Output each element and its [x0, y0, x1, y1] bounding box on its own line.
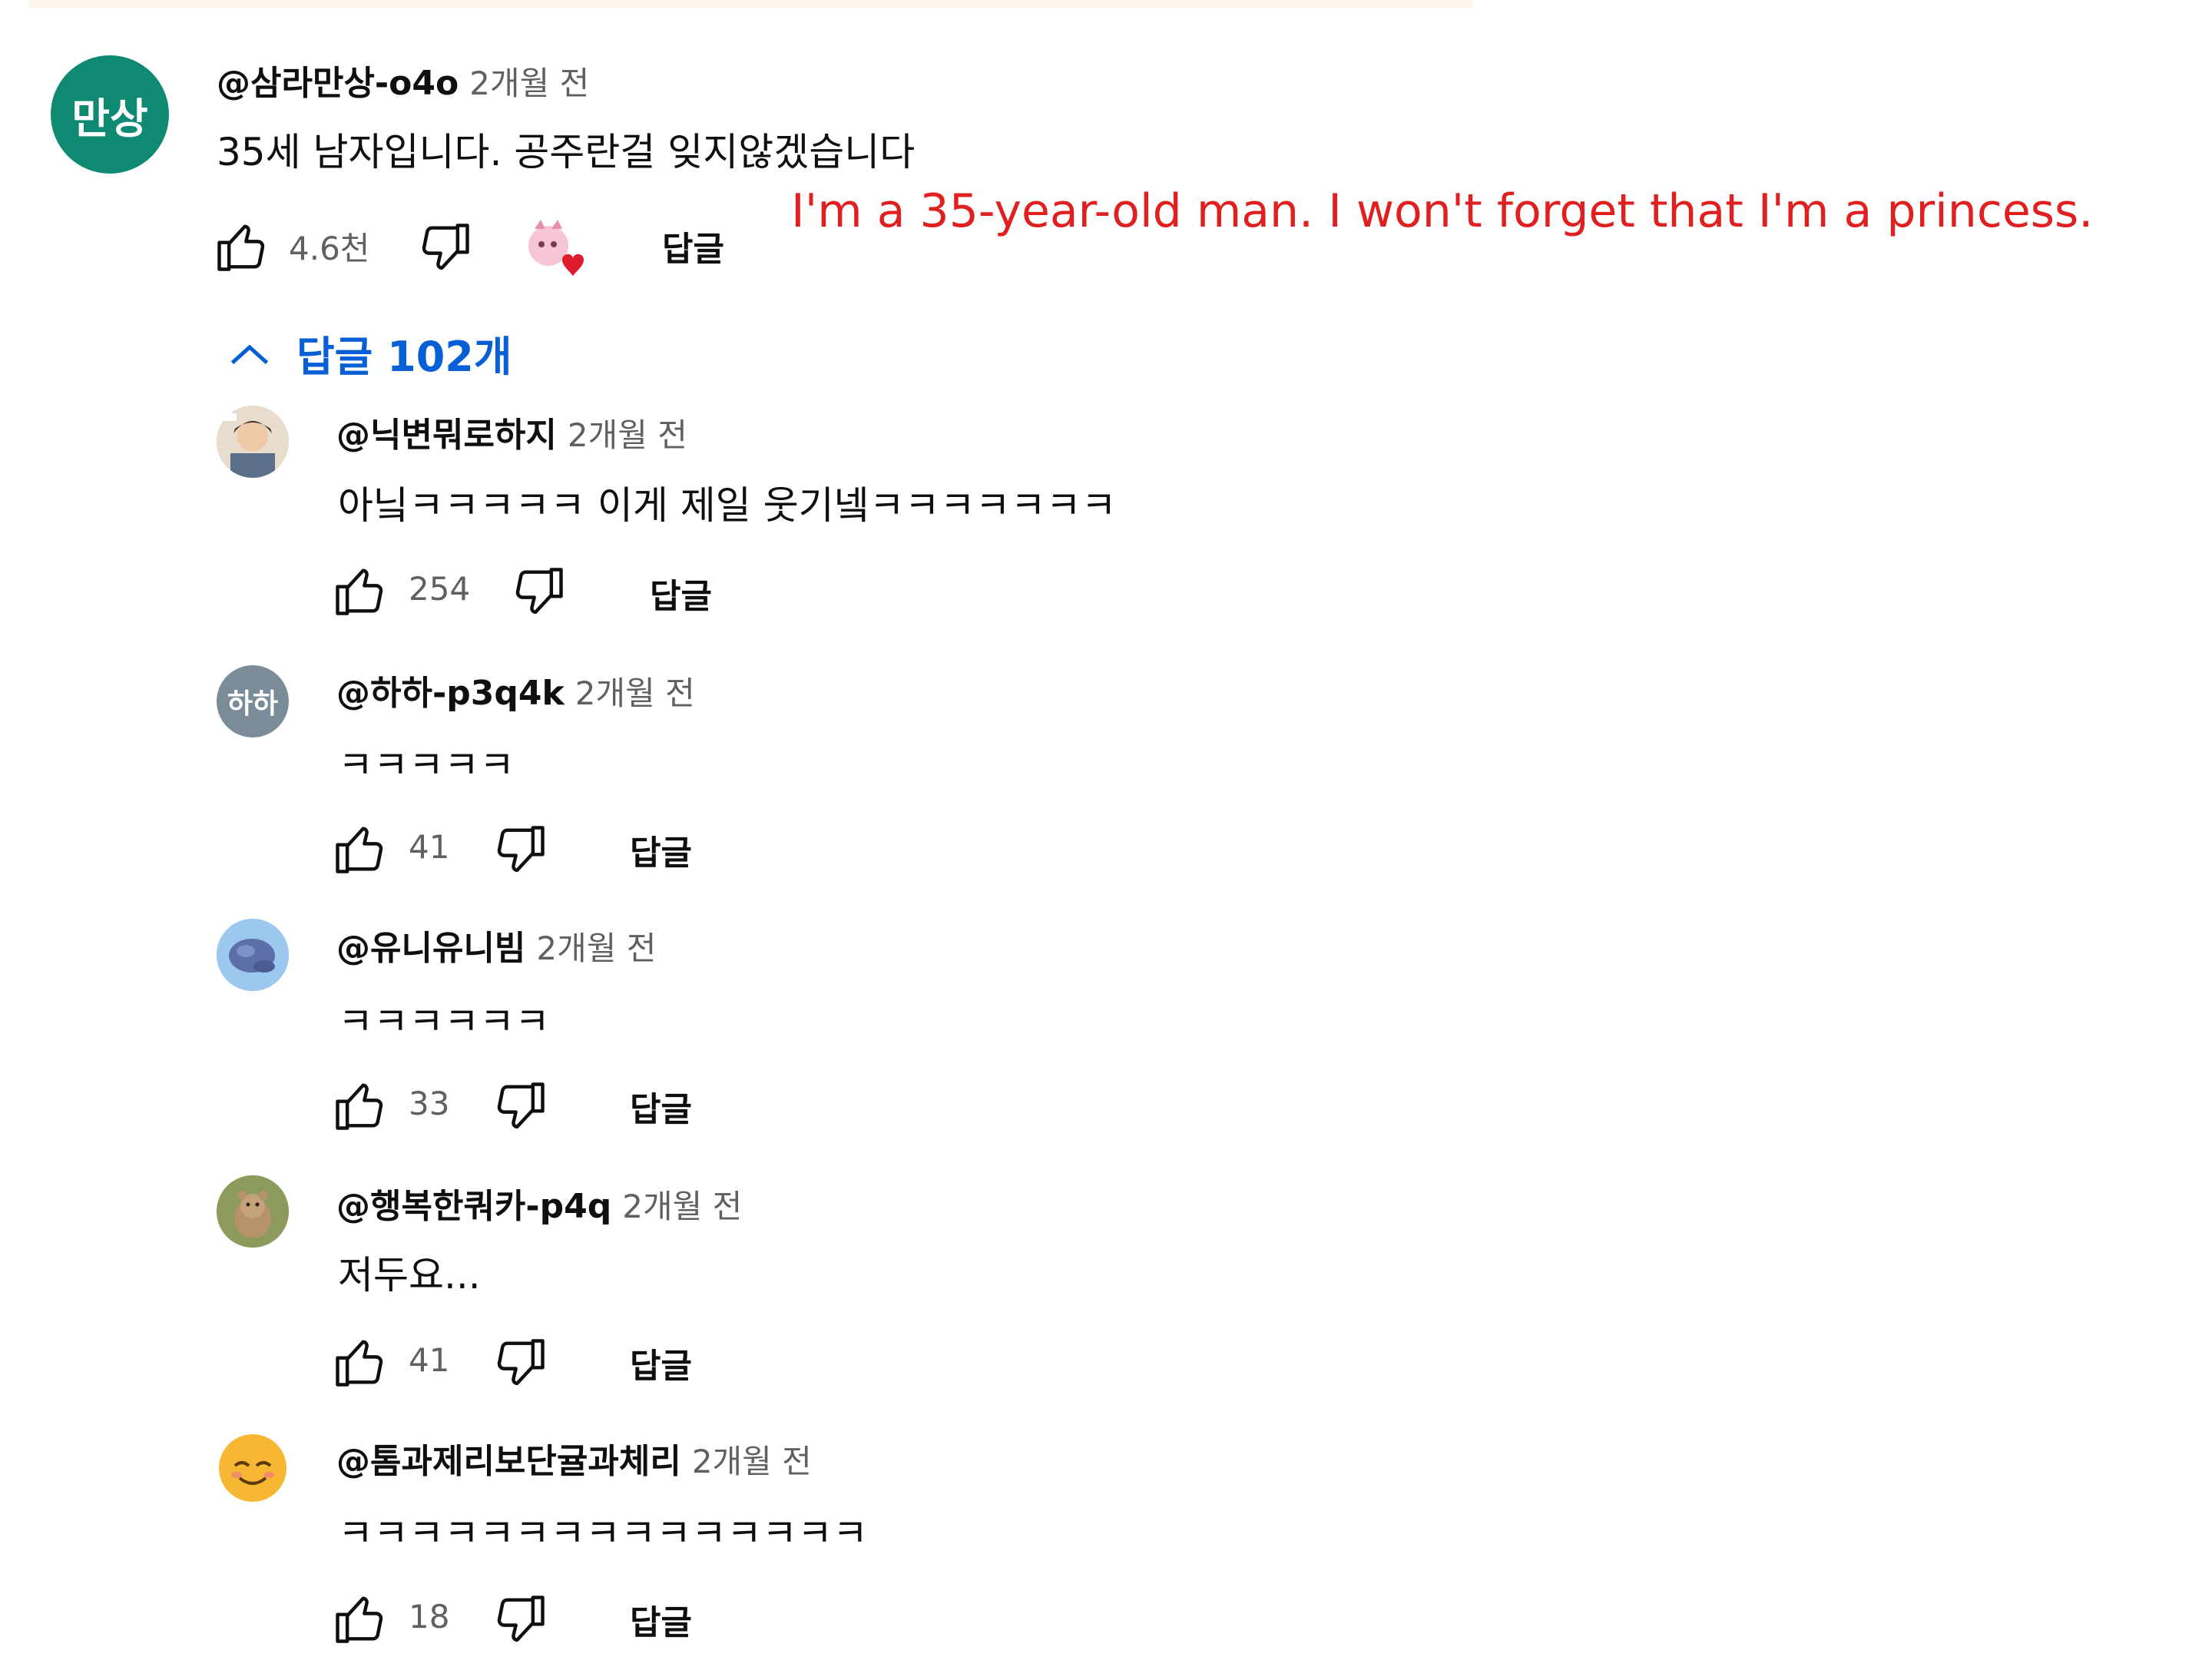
- dislike-button[interactable]: [492, 820, 550, 879]
- thumbs-up-icon: [330, 820, 389, 879]
- comment-author-line: @삼라만상-o4o 2개월 전: [217, 55, 589, 104]
- dislike-button[interactable]: [492, 1590, 550, 1649]
- dislike-button[interactable]: [492, 1077, 550, 1135]
- reply-time[interactable]: 2개월 전: [622, 1188, 742, 1225]
- thumbs-down-icon: [510, 562, 568, 621]
- dislike-button[interactable]: [416, 218, 475, 277]
- reply-author[interactable]: @행복한쿼카-p4q: [336, 1187, 611, 1226]
- dislike-button[interactable]: [510, 562, 568, 621]
- like-count: 41: [409, 1341, 450, 1379]
- reply-button[interactable]: 답글: [650, 568, 712, 618]
- avatar[interactable]: [217, 406, 289, 478]
- reply-button[interactable]: 답글: [662, 221, 724, 270]
- top-divider-strip: [29, 0, 1473, 8]
- translation-annotation: I'm a 35-year-old man. I won't forget th…: [791, 184, 2094, 238]
- avatar[interactable]: [217, 1175, 289, 1248]
- dislike-button[interactable]: [492, 1334, 550, 1392]
- thumbs-up-icon: [330, 1590, 389, 1649]
- reply-button[interactable]: 답글: [630, 825, 692, 874]
- thumbs-up-icon: [330, 562, 389, 621]
- thumbs-down-icon: [492, 1590, 550, 1649]
- reply-author-line: @하하-p3q4k 2개월 전: [336, 665, 695, 714]
- replies-toggle-button[interactable]: 답글 102개: [229, 323, 512, 383]
- reply-time[interactable]: 2개월 전: [568, 416, 687, 454]
- reply-author-line: @유니유니빔 2개월 전: [336, 920, 656, 969]
- like-count: 33: [409, 1085, 450, 1122]
- reply-author[interactable]: @하하-p3q4k: [336, 674, 565, 713]
- reply-text: ㅋㅋㅋㅋㅋㅋㅋㅋㅋㅋㅋㅋㅋㅋㅋ: [338, 1511, 868, 1556]
- reply-author[interactable]: @유니유니빔: [336, 929, 525, 968]
- avatar-initials: 만상: [71, 94, 148, 143]
- reply-button[interactable]: 답글: [630, 1595, 692, 1644]
- thumbs-up-icon: [212, 218, 270, 277]
- like-button[interactable]: [330, 562, 389, 621]
- like-count: 254: [409, 570, 471, 608]
- reply-author[interactable]: @톰과제리보단귤과체리: [336, 1442, 681, 1481]
- comment-time[interactable]: 2개월 전: [469, 65, 589, 102]
- like-count: 18: [409, 1598, 450, 1635]
- reply-time[interactable]: 2개월 전: [575, 674, 695, 712]
- reply-author-line: @톰과제리보단귤과체리 2개월 전: [336, 1433, 812, 1483]
- thumbs-up-icon: [330, 1077, 389, 1135]
- reply-time[interactable]: 2개월 전: [536, 930, 656, 967]
- reply-button[interactable]: 답글: [630, 1082, 692, 1131]
- comment-text: 35세 남자입니다. 공주란걸 잊지않겠습니다: [217, 130, 916, 174]
- reply-text: 저두요...: [338, 1253, 481, 1297]
- reply-text: ㅋㅋㅋㅋㅋㅋ: [338, 999, 550, 1044]
- avatar[interactable]: 만상: [51, 55, 169, 174]
- thumbs-down-icon: [416, 218, 475, 277]
- comment-author[interactable]: @삼라만상-o4o: [217, 64, 459, 103]
- replies-count-label: 답글 102개: [296, 333, 512, 381]
- reply-text: 아닠ㅋㅋㅋㅋㅋ 이게 제일 웃기넼ㅋㅋㅋㅋㅋㅋㅋ: [338, 483, 1117, 528]
- reply-author[interactable]: @닉변뭐로하지: [336, 416, 557, 455]
- avatar[interactable]: 하하: [217, 665, 289, 737]
- like-count: 4.6천: [289, 230, 370, 267]
- reply-text: ㅋㅋㅋㅋㅋ: [338, 743, 515, 787]
- reply-author-line: @닉변뭐로하지 2개월 전: [336, 407, 687, 456]
- thumbs-down-icon: [492, 820, 550, 879]
- thumbs-down-icon: [492, 1334, 550, 1392]
- like-button[interactable]: [330, 1590, 389, 1649]
- avatar-initials: 하하: [227, 688, 279, 720]
- thumbs-up-icon: [330, 1334, 389, 1392]
- like-count: 41: [409, 828, 450, 866]
- creator-heart-badge: [516, 212, 590, 286]
- like-button[interactable]: [330, 1334, 389, 1392]
- thumbs-down-icon: [492, 1077, 550, 1135]
- like-button[interactable]: [330, 820, 389, 879]
- reply-button[interactable]: 답글: [630, 1338, 692, 1387]
- like-button[interactable]: [212, 218, 270, 277]
- avatar[interactable]: [217, 919, 289, 991]
- reply-time[interactable]: 2개월 전: [692, 1443, 812, 1480]
- avatar[interactable]: [217, 1432, 289, 1504]
- chevron-up-icon: [229, 329, 270, 377]
- reply-author-line: @행복한쿼카-p4q 2개월 전: [336, 1178, 742, 1228]
- like-button[interactable]: [330, 1077, 389, 1135]
